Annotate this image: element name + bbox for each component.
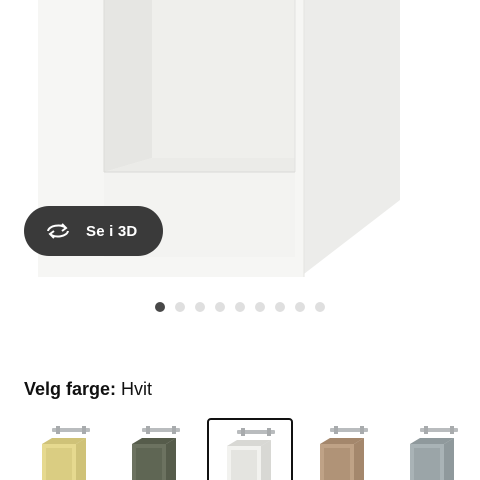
view-in-3d-button[interactable]: Se i 3D bbox=[24, 206, 163, 256]
carousel-dots bbox=[155, 302, 325, 312]
cabinet-thumbnail-icon bbox=[410, 426, 458, 480]
selected-color-name: Hvit bbox=[121, 379, 153, 399]
carousel-dot[interactable] bbox=[215, 302, 225, 312]
color-swatch[interactable] bbox=[112, 418, 198, 480]
carousel-dot[interactable] bbox=[235, 302, 245, 312]
cabinet-thumbnail-icon bbox=[42, 426, 90, 480]
carousel-dot[interactable] bbox=[275, 302, 285, 312]
color-swatch[interactable] bbox=[390, 418, 476, 480]
view-in-3d-label: Se i 3D bbox=[86, 222, 138, 240]
rotate-3d-icon bbox=[44, 221, 74, 241]
carousel-dot[interactable] bbox=[315, 302, 325, 312]
carousel-dot[interactable] bbox=[255, 302, 265, 312]
carousel-dot[interactable] bbox=[155, 302, 165, 312]
color-swatch[interactable] bbox=[300, 418, 386, 480]
carousel-dot[interactable] bbox=[295, 302, 305, 312]
cabinet-thumbnail-icon bbox=[132, 426, 180, 480]
color-swatch[interactable] bbox=[22, 418, 108, 480]
color-swatch[interactable] bbox=[207, 418, 293, 480]
product-image[interactable]: Se i 3D bbox=[0, 0, 480, 290]
color-label: Velg farge: bbox=[24, 379, 117, 399]
carousel-dot[interactable] bbox=[175, 302, 185, 312]
cabinet-thumbnail-icon bbox=[320, 426, 368, 480]
color-heading: Velg farge: Hvit bbox=[24, 378, 152, 400]
carousel-dot[interactable] bbox=[195, 302, 205, 312]
cabinet-thumbnail-icon bbox=[227, 428, 275, 480]
